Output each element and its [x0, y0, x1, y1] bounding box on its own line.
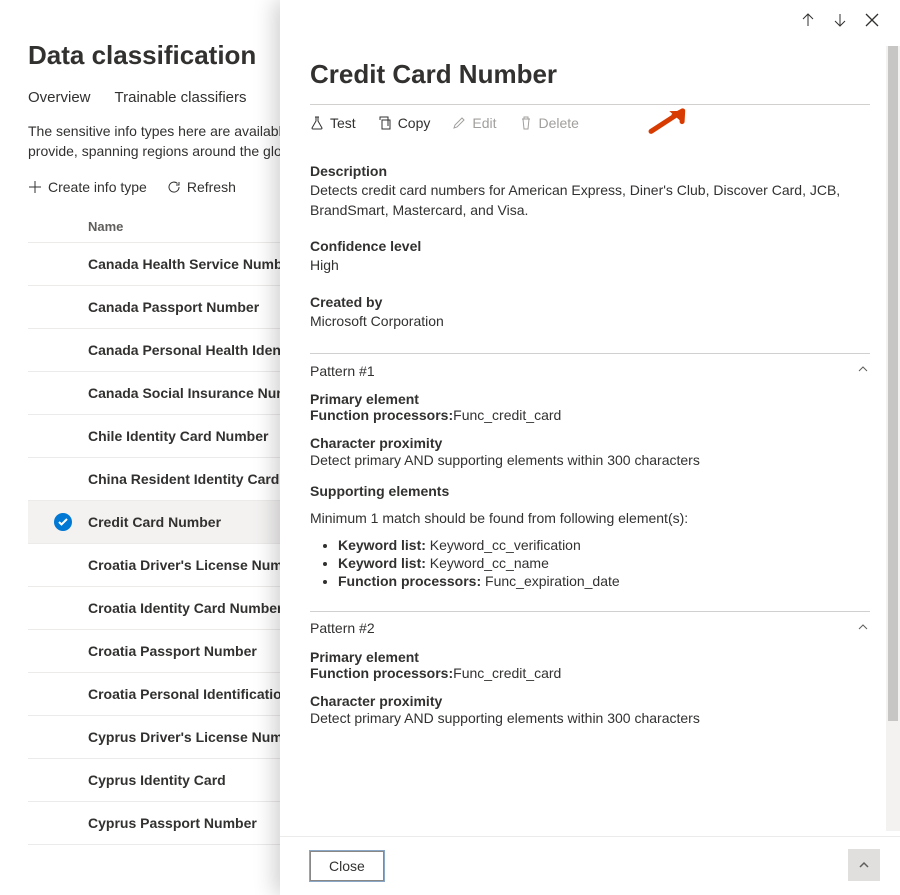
created-by-value: Microsoft Corporation: [310, 312, 870, 332]
pattern-1-title: Pattern #1: [310, 363, 375, 379]
row-name: Cyprus Driver's License Number: [48, 729, 305, 745]
tab-trainable-classifiers[interactable]: Trainable classifiers: [115, 89, 247, 106]
pattern-1-header[interactable]: Pattern #1: [310, 362, 870, 379]
copy-icon: [378, 116, 392, 130]
edit-label: Edit: [472, 115, 496, 131]
list-item: Keyword list: Keyword_cc_name: [338, 555, 870, 571]
create-label: Create info type: [48, 179, 147, 195]
proximity-value: Detect primary AND supporting elements w…: [310, 451, 870, 471]
proximity-label: Character proximity: [310, 435, 442, 451]
close-icon[interactable]: [864, 12, 880, 31]
created-by-label: Created by: [310, 294, 870, 310]
next-icon[interactable]: [832, 12, 848, 31]
confidence-label: Confidence level: [310, 238, 870, 254]
panel-title: Credit Card Number: [310, 59, 870, 90]
row-name: Croatia Driver's License Number: [48, 557, 305, 573]
scroll-to-top-button[interactable]: [848, 849, 880, 881]
prev-icon[interactable]: [800, 12, 816, 31]
pattern-1-section: Pattern #1 Primary element Function proc…: [310, 353, 870, 588]
row-name: Croatia Identity Card Number: [48, 600, 282, 616]
primary-element-label-2: Primary element: [310, 649, 419, 665]
pattern-2-header[interactable]: Pattern #2: [310, 620, 870, 637]
checked-icon: [54, 513, 72, 531]
create-info-type-button[interactable]: Create info type: [28, 179, 147, 195]
row-name: Cyprus Passport Number: [48, 815, 257, 831]
proximity-label-2: Character proximity: [310, 693, 442, 709]
row-name: Canada Health Service Number: [48, 256, 296, 272]
pattern-2-section: Pattern #2 Primary element Function proc…: [310, 611, 870, 729]
delete-label: Delete: [539, 115, 579, 131]
list-item: Keyword list: Keyword_cc_verification: [338, 537, 870, 553]
test-button[interactable]: Test: [310, 115, 356, 131]
beaker-icon: [310, 116, 324, 130]
divider: [310, 104, 870, 105]
panel-top-controls: [280, 0, 900, 31]
row-name: Canada Passport Number: [48, 299, 259, 315]
plus-icon: [28, 180, 42, 194]
confidence-value: High: [310, 256, 870, 276]
primary-element-label: Primary element: [310, 391, 419, 407]
description-label: Description: [310, 163, 870, 179]
panel-actions: Test Copy Edit Delete: [310, 115, 870, 139]
copy-label: Copy: [398, 115, 431, 131]
panel-scroll[interactable]: Description Detects credit card numbers …: [280, 139, 900, 836]
tab-overview[interactable]: Overview: [28, 89, 91, 106]
row-name: Chile Identity Card Number: [48, 428, 268, 444]
edit-button: Edit: [452, 115, 496, 131]
row-name: Croatia Passport Number: [48, 643, 257, 659]
panel-header: Credit Card Number Test Copy Edit Delete: [280, 31, 900, 139]
row-name: Cyprus Identity Card: [48, 772, 226, 788]
delete-button: Delete: [519, 115, 579, 131]
function-processors-label-2: Function processors:: [310, 665, 453, 681]
details-panel: Credit Card Number Test Copy Edit Delete…: [280, 0, 900, 895]
delete-icon: [519, 116, 533, 130]
proximity-value-2: Detect primary AND supporting elements w…: [310, 709, 870, 729]
supporting-label: Supporting elements: [310, 483, 449, 499]
supporting-list: Keyword list: Keyword_cc_verification Ke…: [338, 537, 870, 589]
list-item: Function processors: Func_expiration_dat…: [338, 573, 870, 589]
function-processors-value: Func_credit_card: [453, 407, 561, 423]
refresh-button[interactable]: Refresh: [167, 179, 236, 195]
refresh-icon: [167, 180, 181, 194]
pattern-2-title: Pattern #2: [310, 620, 375, 636]
scrollbar-thumb[interactable]: [888, 46, 898, 721]
chevron-up-icon: [856, 362, 870, 379]
test-label: Test: [330, 115, 356, 131]
chevron-up-icon: [856, 620, 870, 637]
description-value: Detects credit card numbers for American…: [310, 181, 870, 220]
row-name: Credit Card Number: [72, 514, 221, 530]
copy-button[interactable]: Copy: [378, 115, 431, 131]
function-processors-label: Function processors:: [310, 407, 453, 423]
scrollbar-track[interactable]: [886, 46, 900, 831]
refresh-label: Refresh: [187, 179, 236, 195]
chevron-up-icon: [857, 858, 871, 872]
close-button[interactable]: Close: [310, 851, 384, 881]
panel-footer: Close: [280, 836, 900, 895]
row-name: Canada Social Insurance Number: [48, 385, 311, 401]
function-processors-value-2: Func_credit_card: [453, 665, 561, 681]
edit-icon: [452, 116, 466, 130]
supporting-intro: Minimum 1 match should be found from fol…: [310, 509, 870, 529]
